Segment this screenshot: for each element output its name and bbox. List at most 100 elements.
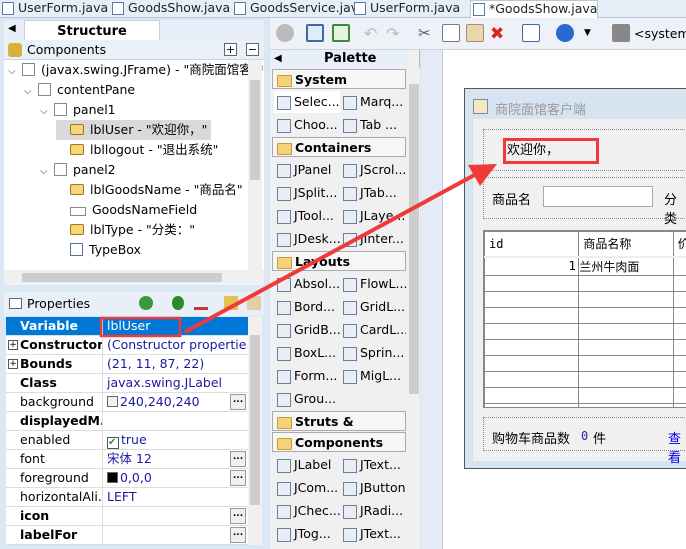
table-cell[interactable] — [672, 338, 686, 356]
tree-hscrollbar[interactable] — [4, 270, 264, 285]
table-row[interactable] — [484, 290, 686, 308]
redo-icon[interactable]: ↷ — [386, 24, 404, 43]
checkbox-checked-icon[interactable]: ✔ — [107, 437, 119, 449]
palette-item[interactable]: JText... — [340, 454, 406, 476]
expand-icon[interactable]: + — [8, 359, 18, 369]
palette-item[interactable]: JTog... — [274, 523, 340, 545]
column-header[interactable]: 价 — [672, 231, 686, 258]
property-value[interactable]: LEFT — [104, 488, 248, 507]
palette-item[interactable]: JInter... — [340, 228, 406, 250]
default-value-icon[interactable] — [224, 296, 238, 310]
palette-item[interactable]: Absol... — [274, 273, 340, 295]
table-row[interactable]: 1 兰州牛肉面 — [484, 256, 686, 276]
table-cell[interactable] — [578, 386, 674, 404]
globe-icon[interactable] — [556, 24, 574, 42]
look-and-feel-icon[interactable] — [612, 24, 630, 42]
palette-item[interactable]: MigL... — [340, 365, 406, 387]
table-cell[interactable] — [672, 256, 686, 276]
palette-item[interactable]: JSplit... — [274, 182, 340, 204]
ellipsis-button[interactable]: ... — [230, 527, 246, 543]
table-cell[interactable] — [672, 386, 686, 404]
property-row[interactable]: enabled ✔ true — [6, 431, 248, 450]
cut-icon[interactable]: ✂ — [418, 24, 436, 42]
undo-icon[interactable]: ↶ — [364, 24, 382, 43]
column-header[interactable]: 商品名称 — [578, 231, 674, 258]
table-row[interactable] — [484, 338, 686, 356]
table-cell[interactable] — [578, 338, 674, 356]
ellipsis-button[interactable]: ... — [230, 451, 246, 467]
table-cell[interactable] — [484, 274, 580, 292]
table-cell[interactable] — [578, 306, 674, 324]
jframe-preview[interactable]: 商院面馆客户端 欢迎你， 商品名 分类 id商品名称价1兰州牛肉面 购物车商品数… — [464, 88, 686, 469]
table-row[interactable] — [484, 370, 686, 388]
tree-node[interactable]: TypeBox — [56, 240, 141, 260]
palette-item[interactable]: JLabel — [274, 454, 340, 476]
table-cell[interactable] — [672, 402, 686, 407]
tree-node[interactable]: ⌵ panel2 — [40, 160, 116, 180]
tab-order-icon[interactable] — [522, 24, 540, 42]
palette-scrollbar[interactable] — [408, 68, 420, 549]
property-value[interactable]: (Constructor propertie... — [104, 336, 248, 355]
table-cell[interactable] — [672, 290, 686, 308]
editor-tab[interactable]: UserForm.java — [352, 0, 460, 18]
table-cell[interactable] — [578, 274, 674, 292]
goods-table[interactable]: id商品名称价1兰州牛肉面 — [483, 230, 686, 408]
property-value[interactable]: ✔ true — [104, 431, 248, 450]
property-value[interactable]: javax.swing.JLabel — [104, 374, 248, 393]
welcome-label[interactable]: 欢迎你， — [503, 138, 599, 164]
table-row[interactable] — [484, 274, 686, 292]
table-cell[interactable] — [484, 354, 580, 372]
tree-node[interactable]: GoodsNameField — [56, 200, 197, 220]
table-cell[interactable] — [484, 306, 580, 324]
ellipsis-button[interactable]: ... — [230, 508, 246, 524]
table-cell[interactable] — [578, 402, 674, 407]
palette-item[interactable]: JLaye... — [340, 205, 406, 227]
tree-node[interactable]: lblGoodsName - "商品名" — [56, 180, 243, 200]
table-cell[interactable]: 1 — [484, 256, 580, 276]
table-row[interactable] — [484, 306, 686, 324]
tree-vscrollbar[interactable] — [248, 60, 262, 270]
tree-node[interactable]: ⌵ panel1 — [40, 100, 116, 120]
property-value[interactable]: 0,0,0 — [104, 469, 248, 488]
palette-item[interactable]: JChec... — [274, 500, 340, 522]
palette-item[interactable]: Selec... — [274, 91, 340, 113]
palette-item[interactable]: JButton — [340, 477, 406, 499]
palette-item[interactable]: Tab ... — [340, 114, 406, 136]
property-value[interactable]: (21, 11, 87, 22) — [104, 355, 248, 374]
palette-item[interactable]: GridL... — [340, 296, 406, 318]
property-value[interactable]: lblUser — [104, 317, 248, 336]
properties-scrollbar[interactable] — [248, 317, 262, 545]
table-cell[interactable] — [578, 354, 674, 372]
look-and-feel-select[interactable]: <system> — [634, 26, 686, 41]
palette-section-layouts[interactable]: Layouts — [272, 251, 406, 271]
palette-item[interactable]: JRadi... — [340, 500, 406, 522]
palette-item[interactable]: CardL... — [340, 319, 406, 341]
restore-icon[interactable] — [247, 296, 261, 310]
palette-item[interactable]: Grou... — [274, 388, 340, 410]
palette-item[interactable]: JText... — [340, 523, 406, 545]
table-cell[interactable] — [484, 402, 580, 407]
expand-icon[interactable]: + — [8, 340, 18, 350]
palette-item[interactable]: BoxL... — [274, 342, 340, 364]
chevron-down-icon[interactable]: ⌵ — [40, 162, 54, 182]
table-cell[interactable] — [672, 354, 686, 372]
palette-section-struts-springs[interactable]: Struts & Springs — [272, 411, 406, 449]
table-row[interactable] — [484, 354, 686, 372]
ellipsis-button[interactable]: ... — [230, 470, 246, 486]
property-value[interactable]: 240,240,240 — [104, 393, 248, 412]
table-cell[interactable] — [484, 386, 580, 404]
expand-all-icon[interactable]: + — [224, 43, 237, 56]
property-row[interactable]: labelFor... — [6, 526, 248, 545]
palette-item[interactable]: Form... — [274, 365, 340, 387]
palette-item[interactable]: Choo... — [274, 114, 340, 136]
collapse-all-icon[interactable]: − — [246, 43, 259, 56]
chevron-down-icon[interactable]: ⌵ — [40, 102, 54, 122]
property-row[interactable]: horizontalAli... LEFT — [6, 488, 248, 507]
editor-tab[interactable]: GoodsService.java — [232, 0, 366, 18]
table-cell[interactable]: 兰州牛肉面 — [578, 256, 674, 276]
paste-icon[interactable] — [466, 24, 484, 42]
table-row[interactable] — [484, 402, 686, 407]
property-row[interactable]: background 240,240,240... — [6, 393, 248, 412]
editor-tab[interactable]: GoodsShow.java — [110, 0, 230, 18]
property-row[interactable]: Constructor + (Constructor propertie... — [6, 336, 248, 355]
